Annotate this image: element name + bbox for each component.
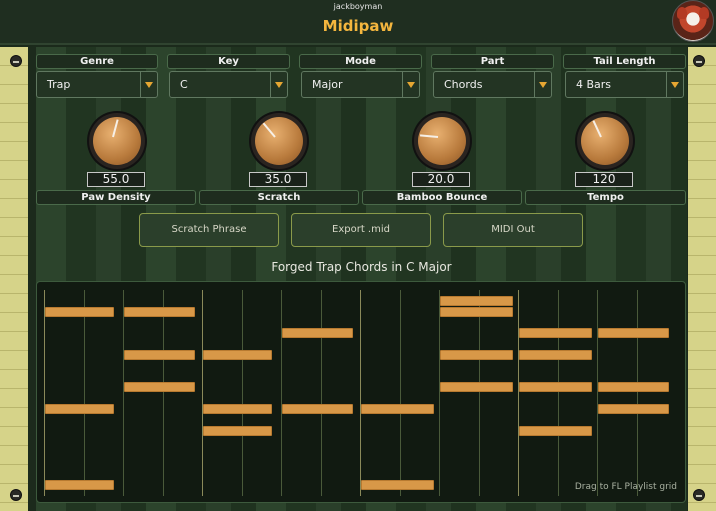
author-name: jackboyman xyxy=(333,2,383,11)
key-label: Key xyxy=(167,54,290,69)
screw-icon xyxy=(693,55,705,67)
paw-density-value[interactable]: 55.0 xyxy=(87,172,145,187)
part-select[interactable]: Chords xyxy=(433,71,552,98)
mode-select[interactable]: Major xyxy=(301,71,420,98)
scratch-knob[interactable] xyxy=(251,113,307,169)
midi-note[interactable] xyxy=(519,328,592,338)
genre-select[interactable]: Trap xyxy=(36,71,158,98)
chevron-down-icon xyxy=(275,82,283,88)
roll-title: Forged Trap Chords in C Major xyxy=(271,260,452,274)
midi-note[interactable] xyxy=(45,404,114,414)
midi-note[interactable] xyxy=(124,382,195,392)
drag-hint: Drag to FL Playlist grid xyxy=(574,482,677,492)
midi-note[interactable] xyxy=(124,350,195,360)
midi-note[interactable] xyxy=(598,328,669,338)
midi-note[interactable] xyxy=(282,404,353,414)
midi-note[interactable] xyxy=(519,350,592,360)
bamboo-bounce-label: Bamboo Bounce xyxy=(362,190,522,205)
tempo-label: Tempo xyxy=(525,190,686,205)
tail-length-select[interactable]: 4 Bars xyxy=(565,71,684,98)
midi-note[interactable] xyxy=(282,328,353,338)
midi-note[interactable] xyxy=(361,404,434,414)
left-side-panel xyxy=(0,47,36,511)
genre-label: Genre xyxy=(36,54,158,69)
midi-note[interactable] xyxy=(203,404,272,414)
chevron-down-icon xyxy=(407,82,415,88)
midi-note[interactable] xyxy=(440,296,513,306)
tail-length-value: 4 Bars xyxy=(576,78,612,91)
bamboo-bounce-knob[interactable] xyxy=(414,113,470,169)
part-label: Part xyxy=(431,54,554,69)
midi-note[interactable] xyxy=(598,382,669,392)
red-panda-avatar-icon xyxy=(672,0,714,42)
midi-note[interactable] xyxy=(440,350,513,360)
chevron-down-icon xyxy=(145,82,153,88)
scratch-phrase-button[interactable]: Scratch Phrase xyxy=(139,213,279,247)
tail-length-label: Tail Length xyxy=(563,54,686,69)
piano-roll[interactable]: Drag to FL Playlist grid xyxy=(36,281,686,503)
midi-note[interactable] xyxy=(440,307,513,317)
midi-out-button[interactable]: MIDI Out xyxy=(443,213,583,247)
key-select[interactable]: C xyxy=(169,71,288,98)
genre-value: Trap xyxy=(47,78,71,91)
midi-note[interactable] xyxy=(124,307,195,317)
paw-density-label: Paw Density xyxy=(36,190,196,205)
mode-label: Mode xyxy=(299,54,422,69)
scratch-value[interactable]: 35.0 xyxy=(249,172,307,187)
export-mid-button[interactable]: Export .mid xyxy=(291,213,431,247)
midi-note[interactable] xyxy=(361,480,434,490)
scratch-label: Scratch xyxy=(199,190,359,205)
midi-note[interactable] xyxy=(598,404,669,414)
tempo-value[interactable]: 120 xyxy=(575,172,633,187)
midi-note[interactable] xyxy=(519,382,592,392)
bamboo-bounce-value[interactable]: 20.0 xyxy=(412,172,470,187)
screw-icon xyxy=(10,55,22,67)
chevron-down-icon xyxy=(671,82,679,88)
midi-note[interactable] xyxy=(203,350,272,360)
screw-icon xyxy=(10,489,22,501)
paw-density-knob[interactable] xyxy=(89,113,145,169)
screw-icon xyxy=(693,489,705,501)
key-value: C xyxy=(180,78,188,91)
mode-value: Major xyxy=(312,78,343,91)
tempo-knob[interactable] xyxy=(577,113,633,169)
header: jackboyman Midipaw xyxy=(0,0,716,45)
midi-note[interactable] xyxy=(45,480,114,490)
midi-note[interactable] xyxy=(45,307,114,317)
part-value: Chords xyxy=(444,78,483,91)
midi-note[interactable] xyxy=(519,426,592,436)
app-title: Midipaw xyxy=(322,17,394,35)
chevron-down-icon xyxy=(539,82,547,88)
midi-note[interactable] xyxy=(203,426,272,436)
midi-note[interactable] xyxy=(440,382,513,392)
